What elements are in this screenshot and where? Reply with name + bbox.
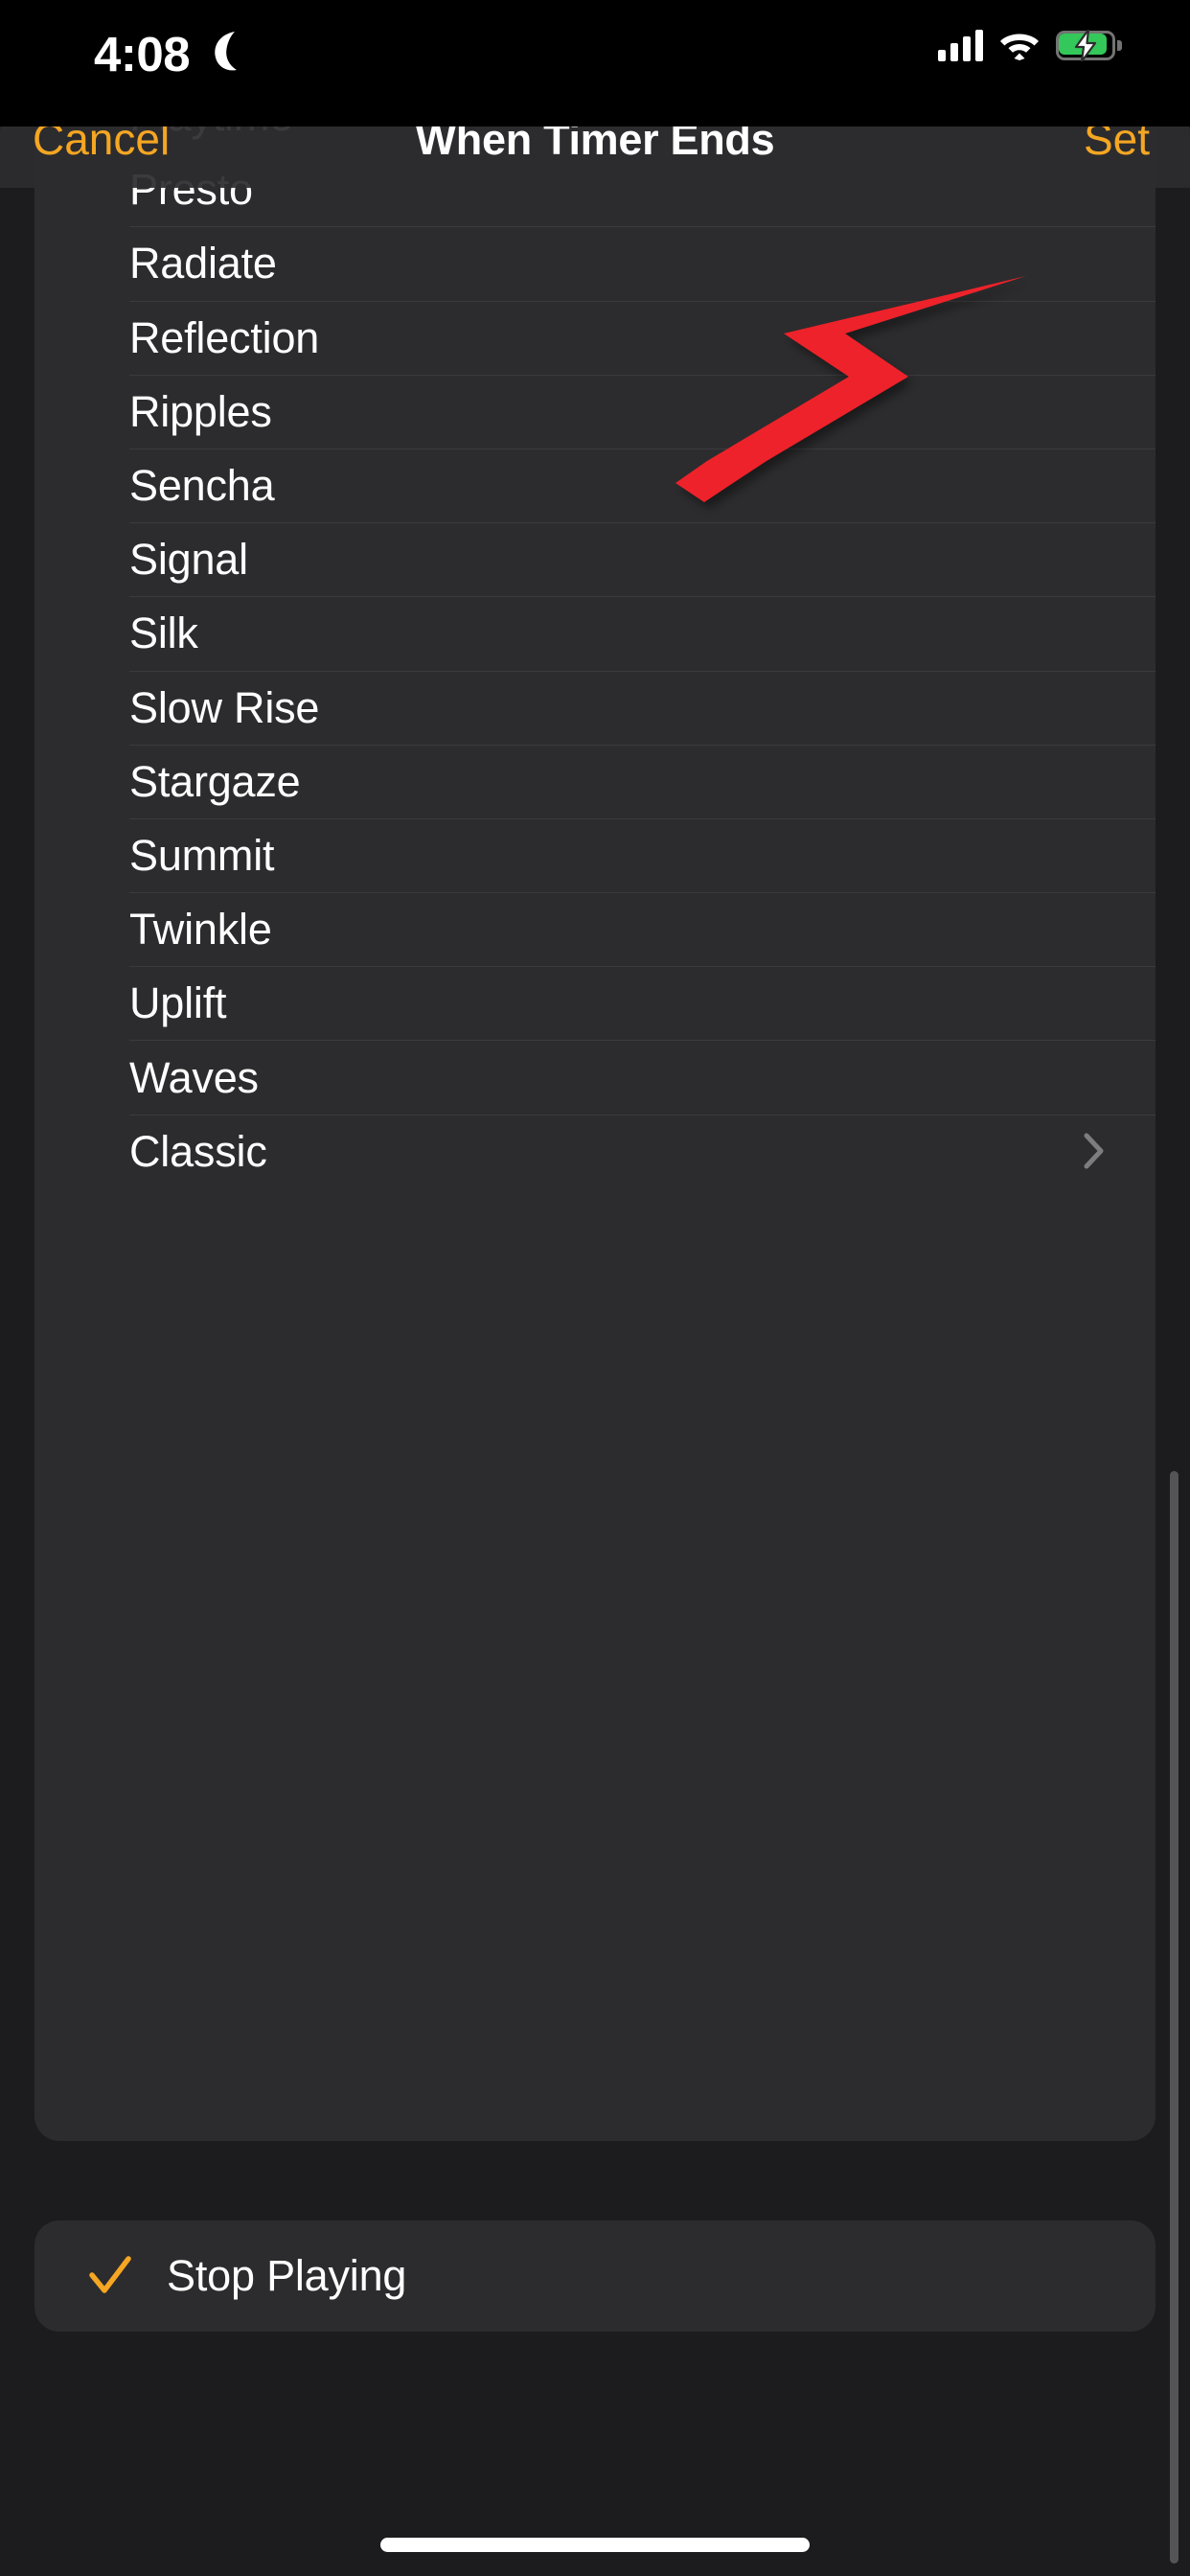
home-indicator — [380, 2538, 810, 2552]
tone-row[interactable]: Reflection — [34, 300, 1156, 375]
status-indicators — [938, 29, 1122, 61]
row-separator — [129, 300, 1156, 302]
tone-row[interactable]: Stargaze — [34, 744, 1156, 818]
row-separator — [129, 1114, 1156, 1116]
row-separator — [129, 966, 1156, 968]
tone-row[interactable]: Radiate — [34, 226, 1156, 300]
tone-label: Classic — [129, 1126, 267, 1176]
when-timer-ends-sheet: PlaytimePrestoRadiateReflectionRipplesSe… — [0, 88, 1190, 2576]
tone-label: Signal — [129, 535, 248, 585]
vertical-scrollbar[interactable] — [1170, 1471, 1179, 2564]
tone-row[interactable]: Waves — [34, 1040, 1156, 1114]
tone-row[interactable]: Twinkle — [34, 892, 1156, 966]
tone-row[interactable]: Silk — [34, 596, 1156, 670]
row-separator — [129, 670, 1156, 672]
row-separator — [129, 892, 1156, 894]
signal-bars-icon — [938, 29, 983, 61]
tone-label: Reflection — [129, 312, 320, 362]
tone-row[interactable]: Summit — [34, 817, 1156, 892]
row-separator — [129, 374, 1156, 376]
row-separator — [129, 596, 1156, 598]
tone-label: Ripples — [129, 386, 272, 436]
tone-row[interactable]: Sencha — [34, 448, 1156, 522]
row-separator — [129, 1040, 1156, 1042]
tone-label: Waves — [129, 1052, 259, 1102]
iphone-screen: PlaytimePrestoRadiateReflectionRipplesSe… — [0, 0, 1190, 2576]
checkmark-icon — [89, 2256, 131, 2293]
tone-row[interactable]: Classic — [34, 1114, 1156, 1188]
tone-label: Radiate — [129, 239, 277, 288]
row-separator — [129, 744, 1156, 746]
status-time: 4:08 — [94, 27, 191, 81]
row-separator — [129, 226, 1156, 228]
action-label: Stop Playing — [167, 2251, 407, 2300]
chevron-right-icon — [1084, 1133, 1104, 1169]
tone-label: Slow Rise — [129, 682, 320, 732]
tone-row[interactable]: Ripples — [34, 374, 1156, 448]
tone-row[interactable]: Slow Rise — [34, 670, 1156, 745]
scroll-content[interactable]: PlaytimePrestoRadiateReflectionRipplesSe… — [0, 88, 1190, 2576]
tone-label: Silk — [129, 609, 198, 658]
tone-row[interactable]: Uplift — [34, 966, 1156, 1040]
row-separator — [129, 522, 1156, 524]
row-separator — [129, 817, 1156, 819]
tone-row[interactable]: Signal — [34, 522, 1156, 596]
battery-charging-icon — [1056, 29, 1122, 61]
action-list-card: Stop Playing — [34, 2220, 1156, 2332]
row-separator — [129, 448, 1156, 449]
wifi-icon — [1000, 34, 1039, 60]
tones-list-card: PlaytimePrestoRadiateReflectionRipplesSe… — [34, 88, 1156, 2141]
status-bar: 4:08 — [0, 0, 1190, 126]
tone-label: Sencha — [129, 461, 275, 511]
action-row[interactable]: Stop Playing — [34, 2220, 1156, 2332]
tone-label: Summit — [129, 830, 275, 880]
crescent-moon-icon — [215, 32, 237, 71]
tone-label: Uplift — [129, 978, 227, 1028]
tone-label: Stargaze — [129, 756, 301, 806]
tone-label: Twinkle — [129, 905, 272, 954]
